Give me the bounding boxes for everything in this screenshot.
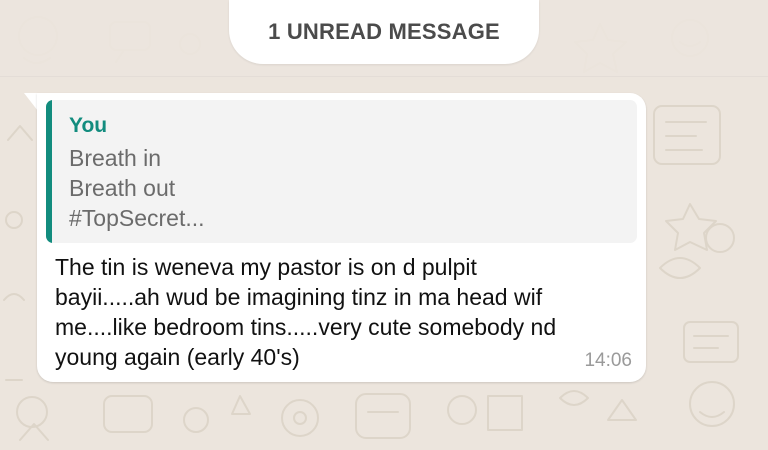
incoming-message-bubble[interactable]: You Breath in Breath out #TopSecret... T… [37,93,646,382]
message-text-line: me....like bedroom tins.....very cute so… [55,314,557,340]
quoted-text-line: Breath out [69,175,176,201]
message-text-line: bayii.....ah wud be imagining tinz in ma… [55,284,543,310]
message-timestamp: 14:06 [584,350,632,371]
message-text-line: young again (early 40's) [55,344,300,370]
quoted-reply[interactable]: You Breath in Breath out #TopSecret... [46,100,637,243]
quoted-reply-accent-bar [46,100,52,243]
message-bubble-tail [24,93,38,111]
quoted-text-line: #TopSecret... [69,205,205,231]
unread-messages-label: 1 UNREAD MESSAGE [268,19,500,44]
message-text: The tin is weneva my pastor is on d pulp… [55,252,629,372]
quoted-sender-name: You [69,114,108,137]
quoted-text-line: Breath in [69,145,162,171]
message-text-line: The tin is weneva my pastor is on d pulp… [55,254,477,280]
unread-messages-badge: 1 UNREAD MESSAGE [229,0,539,64]
